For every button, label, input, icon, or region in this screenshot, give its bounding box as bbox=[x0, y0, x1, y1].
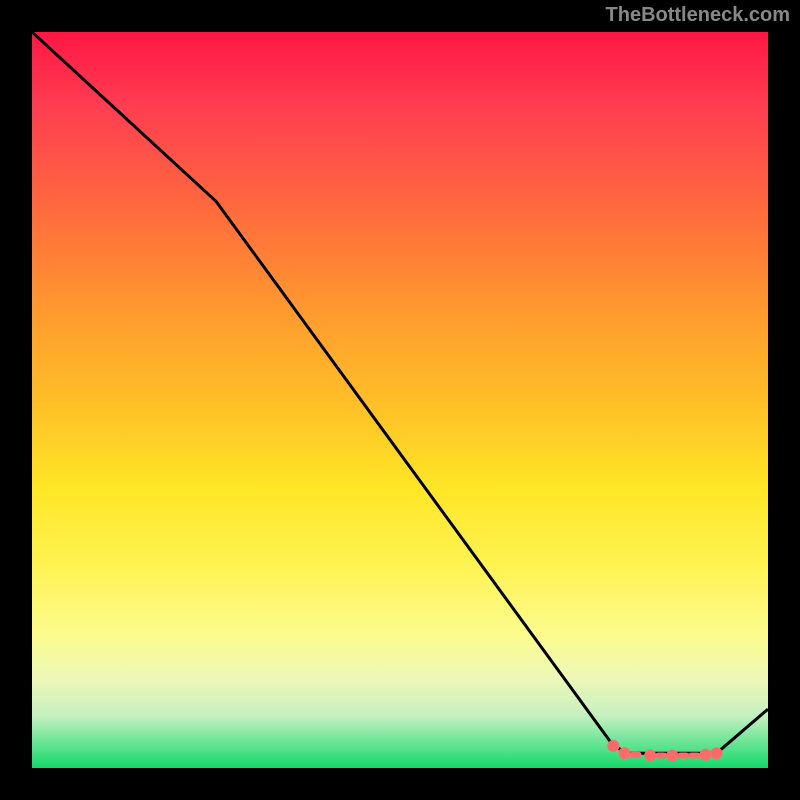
watermark-text: TheBottleneck.com bbox=[606, 4, 790, 27]
bottleneck-curve bbox=[32, 32, 768, 753]
plot-area bbox=[32, 32, 768, 768]
chart-container bbox=[0, 0, 800, 800]
marker-layer bbox=[607, 740, 722, 762]
line-layer bbox=[32, 32, 768, 768]
